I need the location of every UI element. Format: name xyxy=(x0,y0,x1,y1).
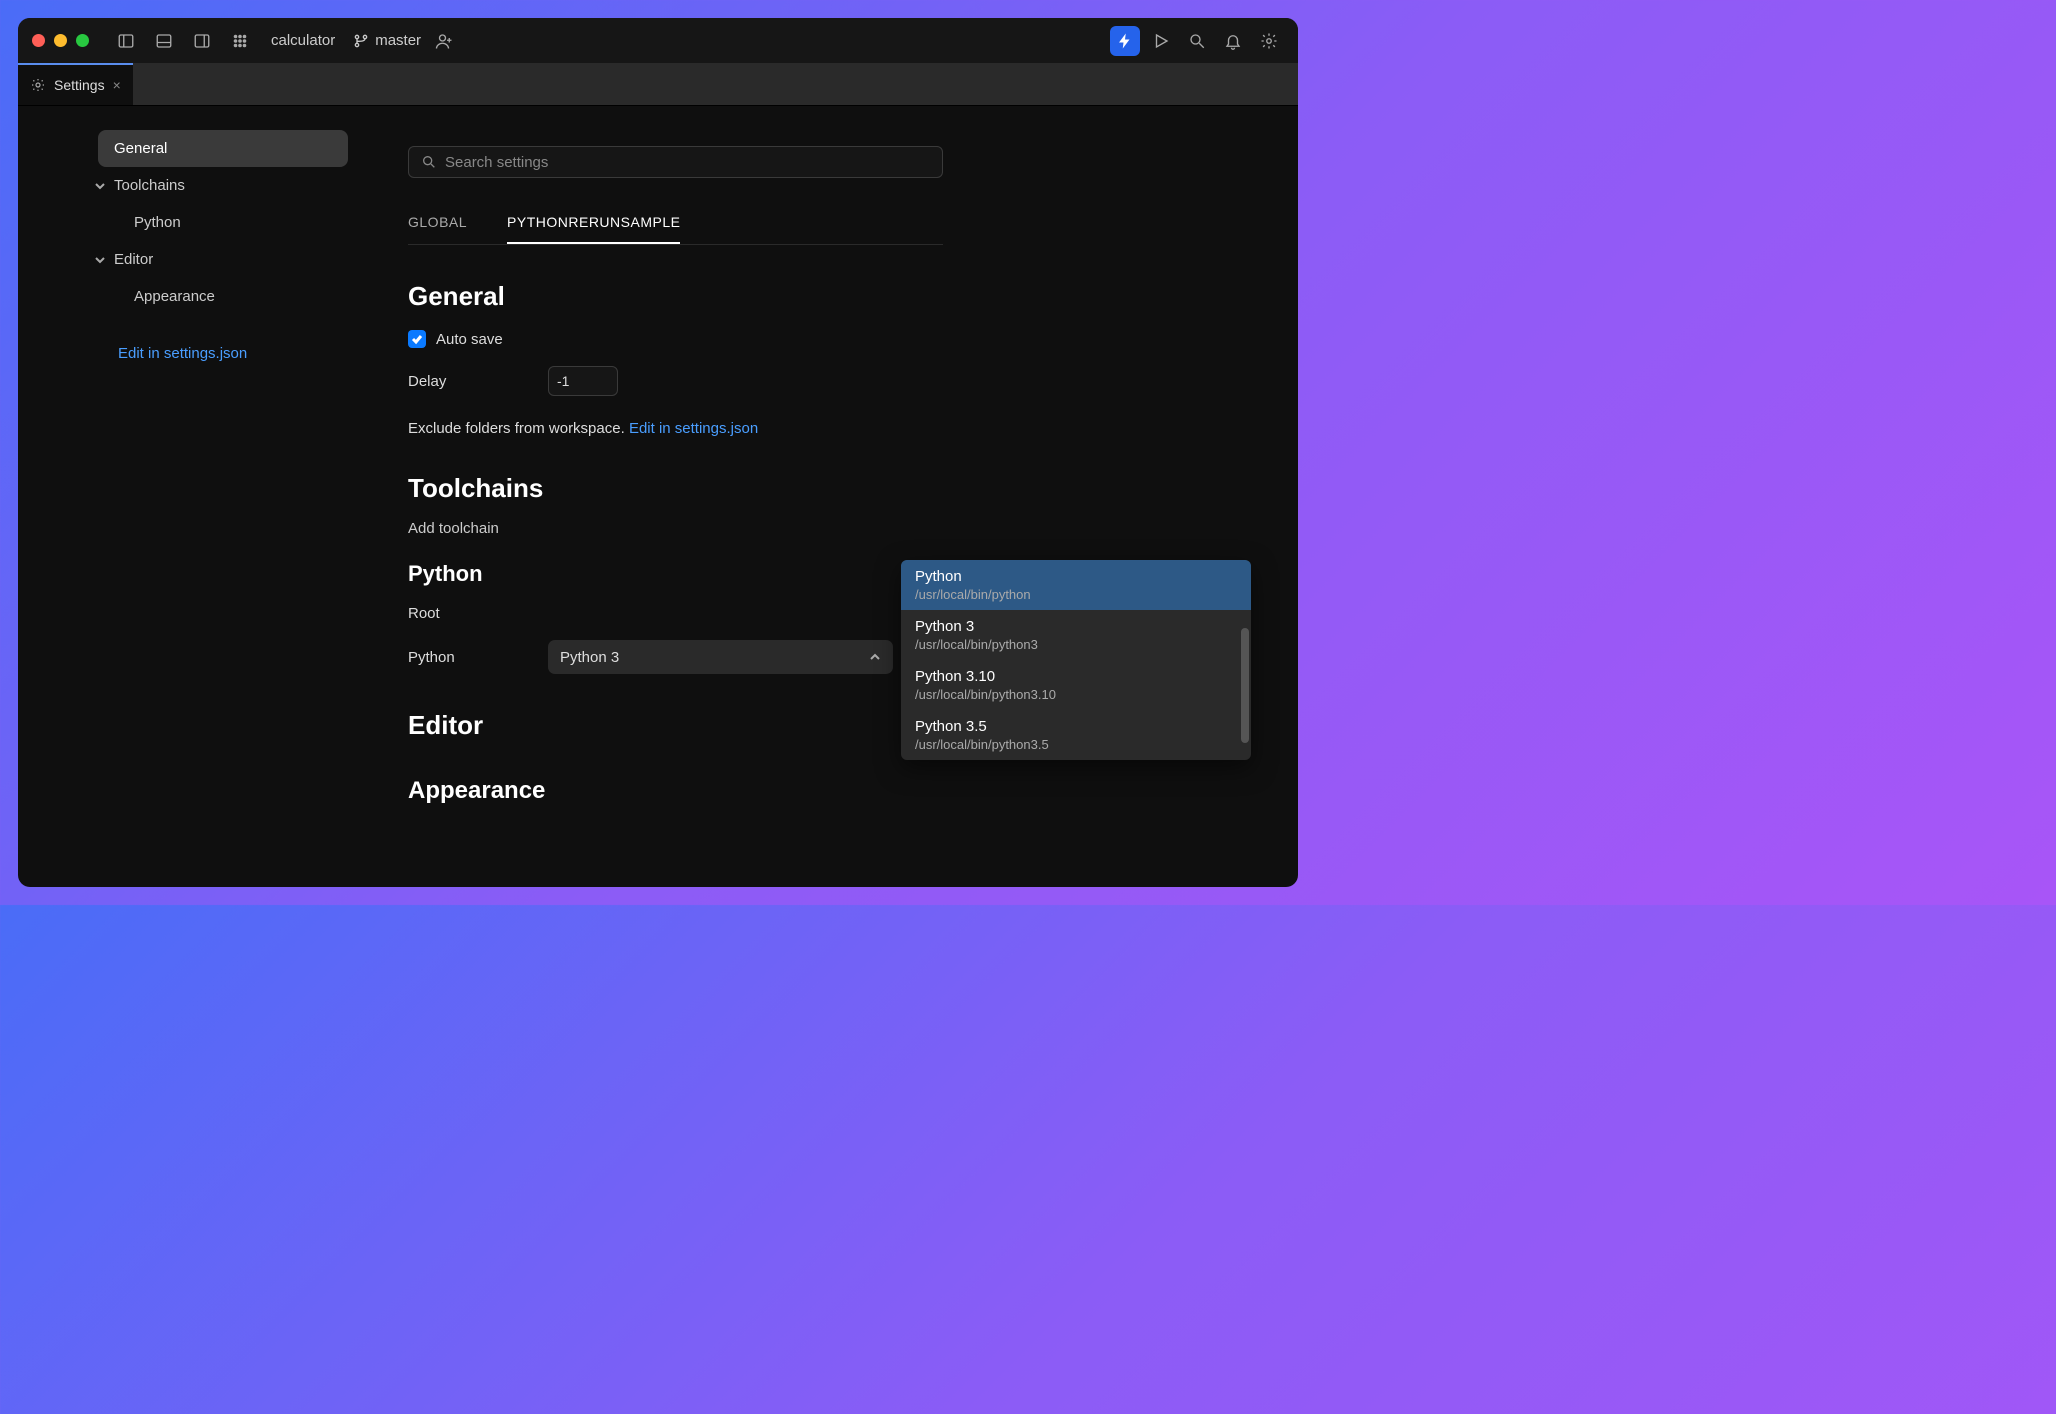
close-window-button[interactable] xyxy=(32,34,45,47)
play-icon[interactable] xyxy=(1146,26,1176,56)
sidebar-item-toolchains[interactable]: Toolchains xyxy=(98,167,348,204)
heading-appearance: Appearance xyxy=(408,777,1298,805)
dropdown-item-path: /usr/local/bin/python xyxy=(915,587,1237,602)
dropdown-item-name: Python xyxy=(915,568,1237,585)
python-label: Python xyxy=(408,649,548,666)
settings-sidebar: General Toolchains Python Editor Appeara… xyxy=(18,106,368,887)
chevron-down-icon xyxy=(94,254,106,266)
auto-save-checkbox[interactable] xyxy=(408,330,426,348)
tab-label: Settings xyxy=(54,77,105,93)
sidebar-label: Appearance xyxy=(134,288,215,305)
dropdown-item-name: Python 3 xyxy=(915,618,1237,635)
sidebar-label: Toolchains xyxy=(114,177,185,194)
python-dropdown: Python /usr/local/bin/python Python 3 /u… xyxy=(901,560,1251,760)
python-select[interactable]: Python 3 xyxy=(548,640,893,674)
dropdown-item-path: /usr/local/bin/python3.10 xyxy=(915,687,1237,702)
root-label: Root xyxy=(408,605,548,622)
chevron-up-icon xyxy=(869,651,881,663)
select-value: Python 3 xyxy=(560,649,619,666)
edit-settings-json-link[interactable]: Edit in settings.json xyxy=(98,345,348,362)
sidebar-label: Python xyxy=(134,214,181,231)
git-branch[interactable]: master xyxy=(353,32,421,49)
dropdown-item[interactable]: Python 3.10 /usr/local/bin/python3.10 xyxy=(901,660,1251,710)
tab-project[interactable]: PYTHONRERUNSAMPLE xyxy=(507,214,680,244)
minimize-window-button[interactable] xyxy=(54,34,67,47)
dropdown-item[interactable]: Python /usr/local/bin/python xyxy=(901,560,1251,610)
auto-save-label: Auto save xyxy=(436,331,503,348)
search-settings-input[interactable] xyxy=(445,154,930,171)
titlebar: calculator master xyxy=(18,18,1298,63)
dropdown-item[interactable]: Python 3.5 /usr/local/bin/python3.5 xyxy=(901,710,1251,760)
dropdown-item[interactable]: Python 3 /usr/local/bin/python3 xyxy=(901,610,1251,660)
search-icon[interactable] xyxy=(1182,26,1212,56)
branch-icon xyxy=(353,33,369,49)
grid-icon[interactable] xyxy=(225,26,255,56)
dropdown-item-name: Python 3.5 xyxy=(915,718,1237,735)
sidebar-label: Editor xyxy=(114,251,153,268)
dropdown-item-path: /usr/local/bin/python3 xyxy=(915,637,1237,652)
delay-label: Delay xyxy=(408,373,548,390)
chevron-down-icon xyxy=(94,180,106,192)
sidebar-item-python[interactable]: Python xyxy=(98,204,348,241)
exclude-text: Exclude folders from workspace. xyxy=(408,420,625,437)
tab-global[interactable]: GLOBAL xyxy=(408,214,467,244)
delay-row: Delay xyxy=(408,366,1298,396)
exclude-edit-link[interactable]: Edit in settings.json xyxy=(629,420,758,437)
branch-name: master xyxy=(375,32,421,49)
close-tab-icon[interactable]: × xyxy=(113,77,121,93)
sidebar-item-appearance[interactable]: Appearance xyxy=(98,278,348,315)
panel-bottom-icon[interactable] xyxy=(149,26,179,56)
dropdown-item-name: Python 3.10 xyxy=(915,668,1237,685)
dropdown-scrollbar[interactable] xyxy=(1241,628,1249,743)
tab-settings[interactable]: Settings × xyxy=(18,63,133,105)
project-name[interactable]: calculator xyxy=(271,32,335,49)
settings-main: GLOBAL PYTHONRERUNSAMPLE General Auto sa… xyxy=(368,106,1298,887)
search-icon xyxy=(421,154,437,170)
scope-tabs: GLOBAL PYTHONRERUNSAMPLE xyxy=(408,214,943,245)
gear-icon xyxy=(30,77,46,93)
exclude-folders-text: Exclude folders from workspace. Edit in … xyxy=(408,420,1298,437)
bolt-icon[interactable] xyxy=(1110,26,1140,56)
panel-right-icon[interactable] xyxy=(187,26,217,56)
auto-save-row: Auto save xyxy=(408,330,1298,348)
bell-icon[interactable] xyxy=(1218,26,1248,56)
maximize-window-button[interactable] xyxy=(76,34,89,47)
search-settings-box[interactable] xyxy=(408,146,943,178)
add-toolchain-label: Add toolchain xyxy=(408,520,1298,537)
gear-icon[interactable] xyxy=(1254,26,1284,56)
window-controls xyxy=(32,34,89,47)
sidebar-item-editor[interactable]: Editor xyxy=(98,241,348,278)
heading-general: General xyxy=(408,281,1298,312)
add-user-icon[interactable] xyxy=(429,26,459,56)
panel-left-icon[interactable] xyxy=(111,26,141,56)
delay-input[interactable] xyxy=(548,366,618,396)
content-area: General Toolchains Python Editor Appeara… xyxy=(18,106,1298,887)
app-window: calculator master Settings × General Too… xyxy=(18,18,1298,887)
sidebar-item-general[interactable]: General xyxy=(98,130,348,167)
sidebar-label: General xyxy=(114,140,167,157)
dropdown-item-path: /usr/local/bin/python3.5 xyxy=(915,737,1237,752)
tab-bar: Settings × xyxy=(18,63,1298,106)
heading-toolchains: Toolchains xyxy=(408,473,1298,504)
